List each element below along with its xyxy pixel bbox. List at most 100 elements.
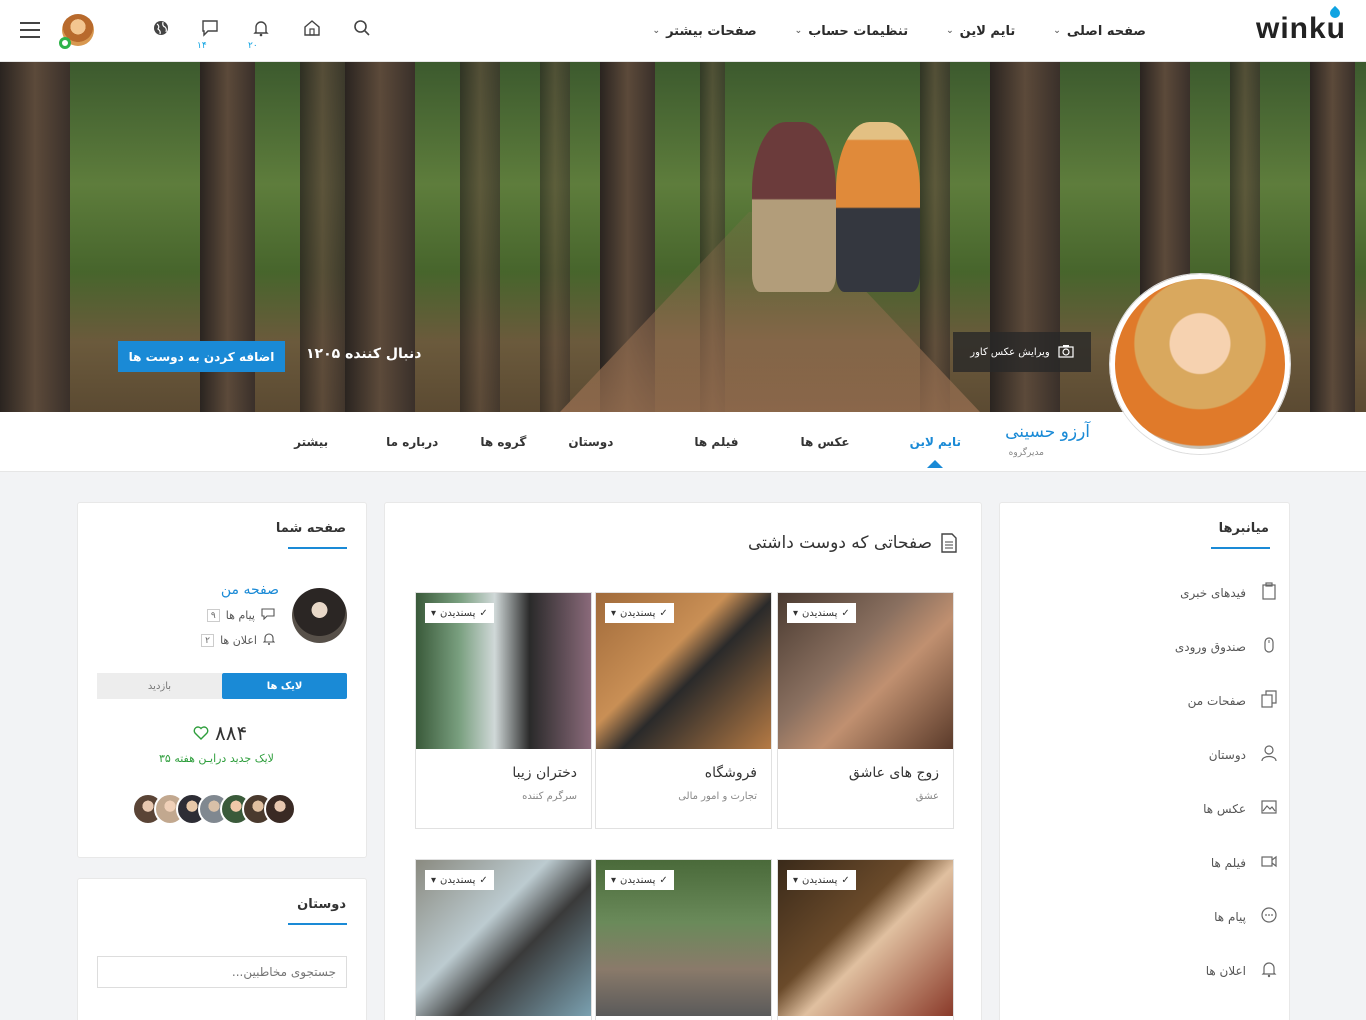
nav-home[interactable]: صفحه اصلی ⌄ [1053,24,1146,39]
tab-photos[interactable]: عکس ها [800,412,849,472]
bell-icon [1260,960,1278,981]
like-button[interactable]: ▾ پسندیدن ✓ [787,870,856,890]
nav-timeline[interactable]: تایم لاین ⌄ [946,24,1015,39]
tab-videos[interactable]: فیلم ها [694,412,738,472]
shortcut-photos[interactable]: عکس ها [1203,798,1278,819]
clipboard-icon [1260,582,1278,603]
winku-logo[interactable]: winku [1256,5,1346,46]
shortcut-label: اعلان ها [1205,963,1246,978]
profile-name: آرزو حسینی [1005,422,1090,442]
avatar[interactable] [264,793,296,825]
shortcut-label: فیلم ها [1210,855,1246,870]
tab-timeline[interactable]: تایم لاین [910,412,961,472]
title-underline [288,923,347,925]
shortcut-notifications[interactable]: اعلان ها [1206,960,1278,981]
image-icon [1260,798,1278,819]
like-label: پسندیدن [440,607,476,619]
chevron-down-icon: ⌄ [794,26,803,36]
search-icon[interactable] [345,11,379,45]
notification-count: ۲۰ [248,41,258,51]
caret-down-icon: ▾ [611,874,617,886]
liker-avatars [132,793,296,825]
like-button[interactable]: ▾ پسندیدن ✓ [425,603,494,623]
globe-icon[interactable] [144,11,178,45]
caret-down-icon: ▾ [431,874,437,886]
page-tile[interactable]: ▾ پسندیدن ✓ [415,859,592,1020]
check-icon: ✓ [841,874,850,886]
edit-cover-label: ویرایش عکس کاور [970,346,1050,358]
views-tab[interactable]: بازدید [97,673,222,699]
shortcuts-title: میانبرها [1218,521,1269,536]
shortcut-inbox[interactable]: صندوق ورودی [1175,636,1278,657]
shortcut-news-feed[interactable]: فیدهای خبری [1180,582,1278,603]
shortcut-videos[interactable]: فیلم ها [1211,852,1278,873]
nav-account-settings[interactable]: تنظیمات حساب ⌄ [795,24,908,39]
page-category: تجارت و امور مالی [678,791,757,802]
message-count: ۱۴ [197,41,207,51]
like-button[interactable]: ▾ پسندیدن ✓ [605,870,674,890]
profile-photo[interactable] [1110,274,1290,454]
bell-icon [262,632,276,648]
profile-tabs: تایم لاین عکس ها فیلم ها دوستان گروه ها … [294,412,961,472]
hamburger-menu-icon[interactable] [20,22,40,38]
liked-pages-title: صفحاتی که دوست داشتی [747,533,932,553]
notifications-label: اعلان ها [220,633,257,647]
messages-count: ۹ [206,609,220,622]
page-tile[interactable]: ▾ پسندیدن ✓ زوج های عاشق عشق [777,592,954,829]
like-label: پسندیدن [802,874,838,886]
messages-stat[interactable]: پیام ها ۹ [206,608,275,623]
shortcut-label: فیدهای خبری [1180,585,1246,600]
your-page-title: صفحه شما [275,521,346,536]
shortcut-label: صندوق ورودی [1174,639,1246,654]
page-title: زوج های عاشق [848,765,939,781]
page-avatar[interactable] [292,588,347,643]
tab-friends[interactable]: دوستان [568,412,613,472]
shortcut-my-pages[interactable]: صفحات من [1188,690,1278,711]
page-tile[interactable]: ▾ پسندیدن ✓ [777,859,954,1020]
page-tile[interactable]: ▾ پسندیدن ✓ فروشگاه تجارت و امور مالی [595,592,772,829]
shortcut-label: پیام ها [1214,909,1246,924]
chevron-down-icon: ⌄ [946,26,954,36]
user-avatar[interactable] [59,14,94,49]
profile-role: مدیرگروه [1008,448,1044,458]
title-underline [288,547,347,549]
tab-groups[interactable]: گروه ها [480,412,526,472]
friends-search-input[interactable] [97,956,347,988]
like-label: پسندیدن [802,607,838,619]
notifications-stat[interactable]: اعلان ها ۲ [201,632,276,648]
page-tile[interactable]: ▾ پسندیدن ✓ دختران زیبا سرگرم کننده [415,592,592,829]
nav-more-pages[interactable]: صفحات بیشتر ⌄ [653,24,757,39]
add-friend-button[interactable]: اضافه کردن به دوست ها [118,341,285,372]
main-nav: صفحه اصلی ⌄ تایم لاین ⌄ تنظیمات حساب ⌄ صفحا… [653,0,1146,62]
shortcut-label: صفحات من [1187,693,1246,708]
check-icon: ✓ [479,874,488,886]
caret-down-icon: ▾ [431,607,437,619]
followers-count: ۱۲۰۵ دنبال کننده [306,346,422,362]
likes-total: ۸۸۴ [193,721,247,745]
shortcut-label: دوستان [1208,747,1246,762]
likes-tab[interactable]: لایک ها [222,673,347,699]
chat-icon[interactable]: ۱۴ [193,11,227,51]
my-page-link[interactable]: صفحه من [221,582,279,598]
tab-about[interactable]: درباره ما [386,412,438,472]
shortcut-friends[interactable]: دوستان [1209,744,1278,765]
page-title: فروشگاه [704,765,757,781]
tab-more[interactable]: بیشتر [294,412,328,472]
like-button[interactable]: ▾ پسندیدن ✓ [787,603,856,623]
shortcut-messages[interactable]: پیام ها [1214,906,1278,927]
check-icon: ✓ [659,874,668,886]
page-category: سرگرم کننده [522,791,577,802]
notifications-count: ۲ [201,633,215,647]
like-button[interactable]: ▾ پسندیدن ✓ [425,870,494,890]
bell-icon[interactable]: ۲۰ [244,11,278,51]
like-button[interactable]: ▾ پسندیدن ✓ [605,603,674,623]
chevron-down-icon: ⌄ [1053,26,1061,36]
like-label: پسندیدن [620,874,656,886]
chevron-down-icon: ⌄ [652,26,661,36]
camera-icon [1058,344,1074,361]
home-icon[interactable] [295,11,329,45]
heart-icon [193,721,209,745]
page-tile[interactable]: ▾ پسندیدن ✓ [595,859,772,1020]
online-indicator [59,37,71,49]
edit-cover-button[interactable]: ویرایش عکس کاور [953,332,1091,372]
